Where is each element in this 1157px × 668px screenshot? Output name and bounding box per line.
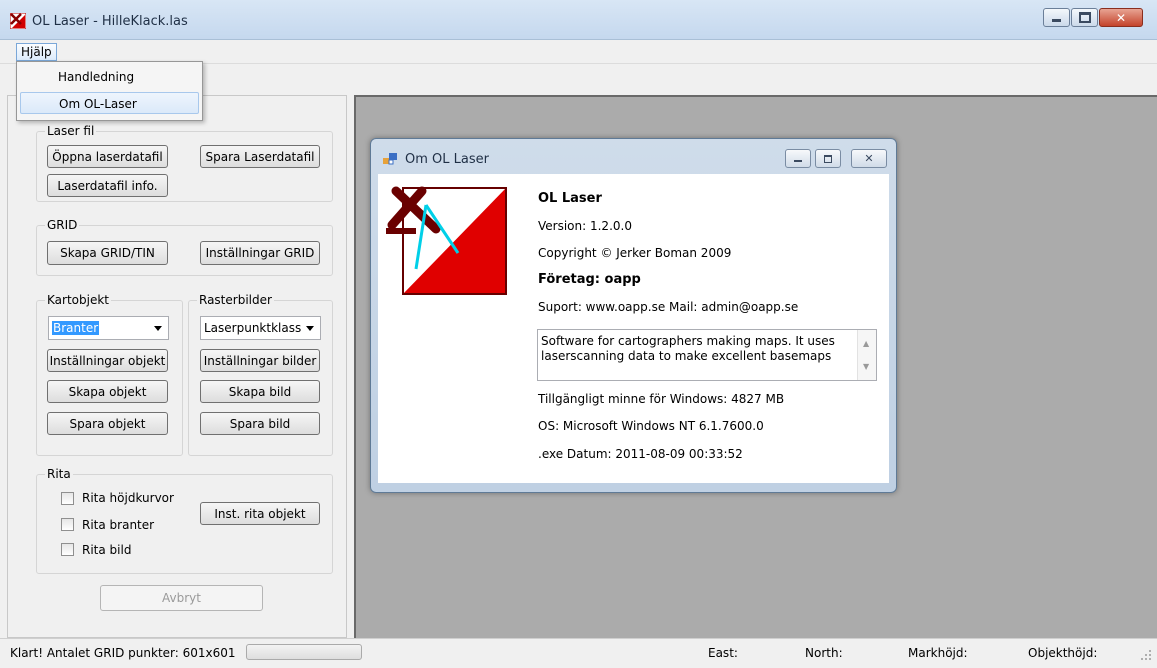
maximize-button[interactable] xyxy=(1071,8,1098,27)
window-title: OL Laser - HilleKlack.las xyxy=(32,14,188,29)
window-app-icon xyxy=(383,153,397,165)
minimize-button[interactable] xyxy=(1043,8,1070,27)
chevron-down-icon xyxy=(306,326,314,331)
close-icon: ✕ xyxy=(864,152,874,165)
laser-file-info-button[interactable]: Laserdatafil info. xyxy=(47,174,168,197)
map-object-selected: Branter xyxy=(52,321,100,335)
draw-legend: Rita xyxy=(45,467,73,481)
open-laser-file-button[interactable]: Öppna laserdatafil xyxy=(47,145,168,168)
draw-settings-button[interactable]: Inst. rita objekt xyxy=(200,502,320,525)
progress-bar xyxy=(246,644,362,660)
scroll-down-icon[interactable]: ▼ xyxy=(863,359,869,374)
dialog-close-button[interactable]: ✕ xyxy=(851,149,887,168)
status-message: Klart! Antalet GRID punkter: 601x601 xyxy=(10,646,236,660)
status-object-height: Objekthöjd: xyxy=(1028,646,1098,660)
dialog-minimize-button[interactable] xyxy=(785,149,811,168)
about-description: Software for cartographers making maps. … xyxy=(541,334,835,363)
draw-image-label: Rita bild xyxy=(82,543,132,557)
minimize-icon xyxy=(1052,19,1061,22)
image-settings-button[interactable]: Inställningar bilder xyxy=(200,349,320,372)
about-company: Företag: oapp xyxy=(538,272,641,287)
create-image-button[interactable]: Skapa bild xyxy=(200,380,320,403)
status-ground-height: Markhöjd: xyxy=(908,646,968,660)
map-object-select[interactable]: Branter xyxy=(48,316,169,340)
map-objects-legend: Kartobjekt xyxy=(45,293,111,307)
help-menu-dropdown: Handledning Om OL-Laser xyxy=(16,61,203,121)
description-scrollbar[interactable]: ▲ ▼ xyxy=(857,330,876,380)
about-exe-date: .exe Datum: 2011-08-09 00:33:52 xyxy=(538,447,743,461)
save-object-button[interactable]: Spara objekt xyxy=(47,412,168,435)
close-icon: ✕ xyxy=(1115,10,1127,25)
draw-image-checkbox[interactable] xyxy=(61,543,74,556)
maximize-icon xyxy=(1078,12,1091,23)
scroll-up-icon[interactable]: ▲ xyxy=(863,336,869,351)
dialog-maximize-button[interactable] xyxy=(815,149,841,168)
laser-file-legend: Laser fil xyxy=(45,124,97,138)
ol-laser-logo xyxy=(386,186,507,295)
maximize-icon xyxy=(824,154,832,163)
menu-help[interactable]: Hjälp xyxy=(16,43,57,61)
menu-item-manual[interactable]: Handledning xyxy=(20,66,199,88)
menu-item-about[interactable]: Om OL-Laser xyxy=(20,92,199,114)
close-button[interactable]: ✕ xyxy=(1099,8,1143,27)
grid-legend: GRID xyxy=(45,218,80,232)
draw-slopes-checkbox[interactable] xyxy=(61,518,74,531)
grid-settings-button[interactable]: Inställningar GRID xyxy=(200,241,320,265)
draw-contours-checkbox[interactable] xyxy=(61,492,74,505)
ol-laser-app-icon xyxy=(10,13,26,29)
about-version: Version: 1.2.0.0 xyxy=(538,219,632,233)
create-grid-button[interactable]: Skapa GRID/TIN xyxy=(47,241,168,265)
status-north: North: xyxy=(805,646,843,660)
object-settings-button[interactable]: Inställningar objekt xyxy=(47,349,168,372)
about-description-box[interactable]: Software for cartographers making maps. … xyxy=(537,329,877,381)
status-east: East: xyxy=(708,646,738,660)
about-copyright: Copyright © Jerker Boman 2009 xyxy=(538,246,732,260)
create-object-button[interactable]: Skapa objekt xyxy=(47,380,168,403)
save-laser-file-button[interactable]: Spara Laserdatafil xyxy=(200,145,320,168)
raster-images-legend: Rasterbilder xyxy=(197,293,274,307)
chevron-down-icon xyxy=(154,326,162,331)
minimize-icon xyxy=(794,160,802,162)
about-os: OS: Microsoft Windows NT 6.1.7600.0 xyxy=(538,419,764,433)
about-memory: Tillgängligt minne för Windows: 4827 MB xyxy=(538,392,785,406)
about-support: Suport: www.oapp.se Mail: admin@oapp.se xyxy=(538,300,799,314)
raster-image-selected: Laserpunktklass xyxy=(204,321,302,335)
cancel-button[interactable]: Avbryt xyxy=(100,585,263,611)
about-dialog-title: Om OL Laser xyxy=(405,152,489,167)
resize-grip-icon[interactable] xyxy=(1140,649,1152,661)
raster-image-select[interactable]: Laserpunktklass xyxy=(200,316,321,340)
save-image-button[interactable]: Spara bild xyxy=(200,412,320,435)
draw-slopes-label: Rita branter xyxy=(82,518,155,532)
about-product-name: OL Laser xyxy=(538,191,602,206)
draw-contours-label: Rita höjdkurvor xyxy=(82,491,174,505)
